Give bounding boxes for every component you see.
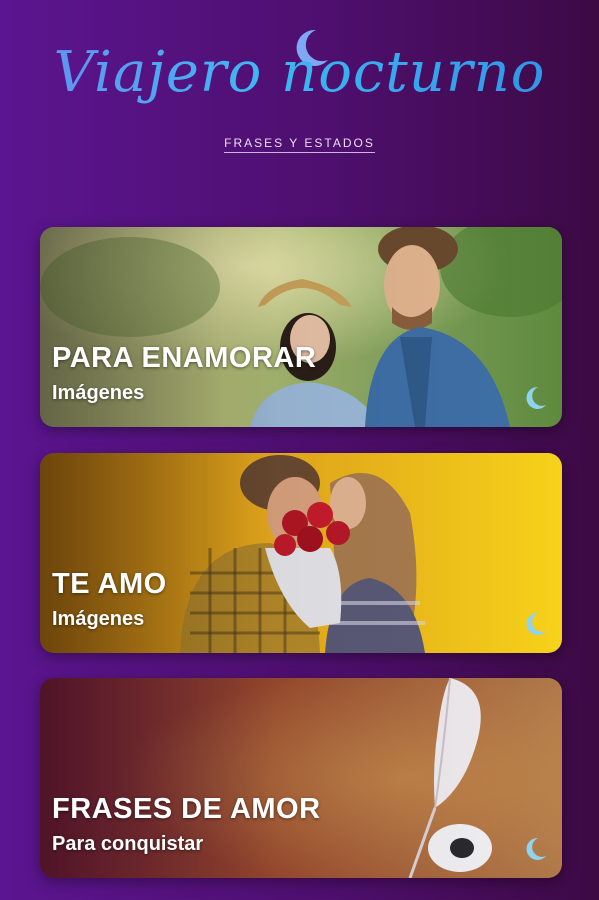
- card-title: PARA ENAMORAR: [52, 342, 317, 374]
- card-subtitle: Imágenes: [52, 382, 145, 404]
- category-card-para-enamorar[interactable]: PARA ENAMORAR Imágenes: [40, 227, 562, 427]
- category-card-frases-de-amor[interactable]: FRASES DE AMOR Para conquistar: [40, 678, 562, 878]
- crescent-moon-icon: [526, 612, 546, 635]
- card-title: TE AMO: [52, 568, 167, 600]
- card-subtitle: Para conquistar: [52, 833, 204, 855]
- category-card-te-amo[interactable]: TE AMO Imágenes: [40, 453, 562, 653]
- crescent-moon-icon: [526, 386, 546, 409]
- app-subtitle: FRASES Y ESTADOS: [0, 136, 599, 153]
- app-header: Viajero nocturno FRASES Y ESTADOS: [0, 0, 599, 200]
- crescent-moon-icon: [526, 837, 546, 860]
- card-subtitle: Imágenes: [52, 608, 145, 630]
- card-title: FRASES DE AMOR: [52, 793, 321, 825]
- app-logo-text: Viajero nocturno: [0, 40, 599, 105]
- app-subtitle-text: FRASES Y ESTADOS: [224, 136, 375, 153]
